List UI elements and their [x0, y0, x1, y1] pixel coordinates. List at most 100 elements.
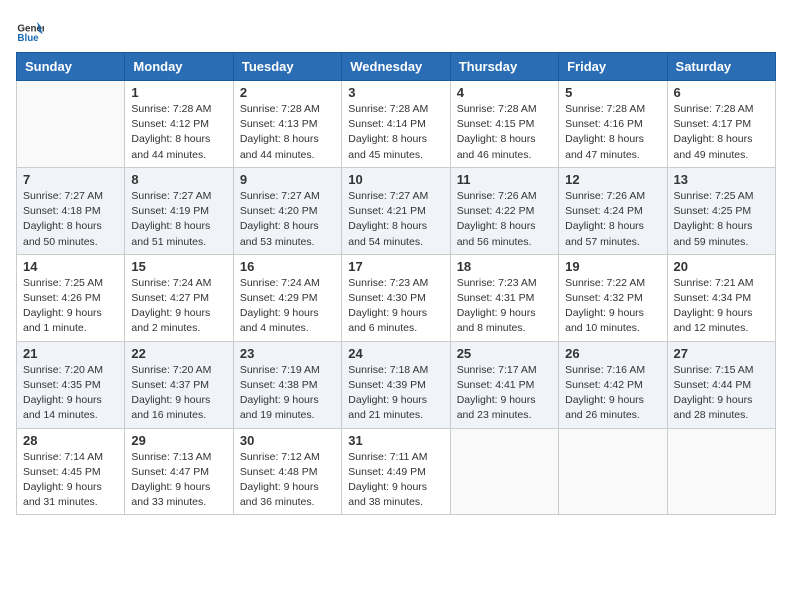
day-info: Sunrise: 7:27 AMSunset: 4:20 PMDaylight:… [240, 189, 335, 250]
day-info: Sunrise: 7:25 AMSunset: 4:25 PMDaylight:… [674, 189, 769, 250]
calendar-cell: 23 Sunrise: 7:19 AMSunset: 4:38 PMDayligh… [233, 341, 341, 428]
day-info: Sunrise: 7:26 AMSunset: 4:24 PMDaylight:… [565, 189, 660, 250]
day-number: 23 [240, 346, 335, 361]
calendar-cell: 19 Sunrise: 7:22 AMSunset: 4:32 PMDayligh… [559, 254, 667, 341]
calendar-cell: 20 Sunrise: 7:21 AMSunset: 4:34 PMDayligh… [667, 254, 775, 341]
calendar-cell [559, 428, 667, 515]
day-number: 10 [348, 172, 443, 187]
svg-text:Blue: Blue [17, 33, 39, 44]
calendar-cell: 4Sunrise: 7:28 AMSunset: 4:15 PMDaylight… [450, 81, 558, 168]
day-info: Sunrise: 7:12 AMSunset: 4:48 PMDaylight:… [240, 450, 335, 511]
calendar-cell: 29 Sunrise: 7:13 AMSunset: 4:47 PMDayligh… [125, 428, 233, 515]
day-info: Sunrise: 7:23 AMSunset: 4:30 PMDaylight:… [348, 276, 443, 337]
day-number: 11 [457, 172, 552, 187]
weekday-header-friday: Friday [559, 53, 667, 81]
day-number: 22 [131, 346, 226, 361]
calendar-cell: 8 Sunrise: 7:27 AMSunset: 4:19 PMDaylight… [125, 167, 233, 254]
day-number: 31 [348, 433, 443, 448]
calendar-cell [667, 428, 775, 515]
day-info: Sunrise: 7:28 AMSunset: 4:17 PMDaylight:… [674, 102, 769, 163]
day-number: 24 [348, 346, 443, 361]
calendar-week-row: 1Sunrise: 7:28 AMSunset: 4:12 PMDaylight… [17, 81, 776, 168]
calendar-cell: 13 Sunrise: 7:25 AMSunset: 4:25 PMDayligh… [667, 167, 775, 254]
page-header: General Blue [16, 16, 776, 44]
calendar-cell [17, 81, 125, 168]
day-number: 14 [23, 259, 118, 274]
day-number: 2 [240, 85, 335, 100]
day-number: 3 [348, 85, 443, 100]
day-info: Sunrise: 7:11 AMSunset: 4:49 PMDaylight:… [348, 450, 443, 511]
weekday-header-tuesday: Tuesday [233, 53, 341, 81]
day-number: 12 [565, 172, 660, 187]
calendar-cell: 7Sunrise: 7:27 AMSunset: 4:18 PMDaylight… [17, 167, 125, 254]
calendar-cell: 15Sunrise: 7:24 AMSunset: 4:27 PMDayligh… [125, 254, 233, 341]
day-number: 16 [240, 259, 335, 274]
calendar-cell: 21 Sunrise: 7:20 AMSunset: 4:35 PMDayligh… [17, 341, 125, 428]
calendar-cell: 12 Sunrise: 7:26 AMSunset: 4:24 PMDayligh… [559, 167, 667, 254]
calendar-cell [450, 428, 558, 515]
day-info: Sunrise: 7:28 AMSunset: 4:15 PMDaylight:… [457, 102, 552, 163]
day-number: 8 [131, 172, 226, 187]
day-number: 30 [240, 433, 335, 448]
calendar-cell: 24 Sunrise: 7:18 AMSunset: 4:39 PMDayligh… [342, 341, 450, 428]
calendar-cell: 2 Sunrise: 7:28 AMSunset: 4:13 PMDaylight… [233, 81, 341, 168]
calendar-cell: 28 Sunrise: 7:14 AMSunset: 4:45 PMDayligh… [17, 428, 125, 515]
calendar-cell: 31 Sunrise: 7:11 AMSunset: 4:49 PMDayligh… [342, 428, 450, 515]
calendar-cell: 3Sunrise: 7:28 AMSunset: 4:14 PMDaylight… [342, 81, 450, 168]
calendar-week-row: 28 Sunrise: 7:14 AMSunset: 4:45 PMDayligh… [17, 428, 776, 515]
day-info: Sunrise: 7:21 AMSunset: 4:34 PMDaylight:… [674, 276, 769, 337]
day-info: Sunrise: 7:23 AMSunset: 4:31 PMDaylight:… [457, 276, 552, 337]
day-info: Sunrise: 7:15 AMSunset: 4:44 PMDaylight:… [674, 363, 769, 424]
day-info: Sunrise: 7:26 AMSunset: 4:22 PMDaylight:… [457, 189, 552, 250]
calendar-cell: 9 Sunrise: 7:27 AMSunset: 4:20 PMDaylight… [233, 167, 341, 254]
day-info: Sunrise: 7:14 AMSunset: 4:45 PMDaylight:… [23, 450, 118, 511]
calendar-cell: 16 Sunrise: 7:24 AMSunset: 4:29 PMDayligh… [233, 254, 341, 341]
calendar-week-row: 21 Sunrise: 7:20 AMSunset: 4:35 PMDayligh… [17, 341, 776, 428]
day-number: 20 [674, 259, 769, 274]
day-info: Sunrise: 7:16 AMSunset: 4:42 PMDaylight:… [565, 363, 660, 424]
calendar-cell: 22 Sunrise: 7:20 AMSunset: 4:37 PMDayligh… [125, 341, 233, 428]
calendar-cell: 1Sunrise: 7:28 AMSunset: 4:12 PMDaylight… [125, 81, 233, 168]
calendar-cell: 30 Sunrise: 7:12 AMSunset: 4:48 PMDayligh… [233, 428, 341, 515]
calendar-cell: 18 Sunrise: 7:23 AMSunset: 4:31 PMDayligh… [450, 254, 558, 341]
calendar-cell: 5Sunrise: 7:28 AMSunset: 4:16 PMDaylight… [559, 81, 667, 168]
day-info: Sunrise: 7:22 AMSunset: 4:32 PMDaylight:… [565, 276, 660, 337]
day-number: 9 [240, 172, 335, 187]
calendar-table: SundayMondayTuesdayWednesdayThursdayFrid… [16, 52, 776, 515]
day-number: 28 [23, 433, 118, 448]
day-number: 19 [565, 259, 660, 274]
day-info: Sunrise: 7:13 AMSunset: 4:47 PMDaylight:… [131, 450, 226, 511]
day-info: Sunrise: 7:27 AMSunset: 4:19 PMDaylight:… [131, 189, 226, 250]
day-info: Sunrise: 7:20 AMSunset: 4:37 PMDaylight:… [131, 363, 226, 424]
day-number: 7 [23, 172, 118, 187]
logo: General Blue [16, 16, 44, 44]
day-number: 17 [348, 259, 443, 274]
day-number: 25 [457, 346, 552, 361]
day-info: Sunrise: 7:27 AMSunset: 4:21 PMDaylight:… [348, 189, 443, 250]
day-number: 15 [131, 259, 226, 274]
calendar-cell: 25 Sunrise: 7:17 AMSunset: 4:41 PMDayligh… [450, 341, 558, 428]
calendar-week-row: 14Sunrise: 7:25 AMSunset: 4:26 PMDayligh… [17, 254, 776, 341]
weekday-header-row: SundayMondayTuesdayWednesdayThursdayFrid… [17, 53, 776, 81]
day-number: 13 [674, 172, 769, 187]
weekday-header-wednesday: Wednesday [342, 53, 450, 81]
logo-icon: General Blue [16, 16, 44, 44]
day-number: 26 [565, 346, 660, 361]
calendar-week-row: 7Sunrise: 7:27 AMSunset: 4:18 PMDaylight… [17, 167, 776, 254]
calendar-cell: 6 Sunrise: 7:28 AMSunset: 4:17 PMDaylight… [667, 81, 775, 168]
weekday-header-monday: Monday [125, 53, 233, 81]
day-info: Sunrise: 7:28 AMSunset: 4:16 PMDaylight:… [565, 102, 660, 163]
weekday-header-sunday: Sunday [17, 53, 125, 81]
day-number: 21 [23, 346, 118, 361]
day-number: 6 [674, 85, 769, 100]
day-info: Sunrise: 7:28 AMSunset: 4:13 PMDaylight:… [240, 102, 335, 163]
day-info: Sunrise: 7:24 AMSunset: 4:29 PMDaylight:… [240, 276, 335, 337]
day-info: Sunrise: 7:19 AMSunset: 4:38 PMDaylight:… [240, 363, 335, 424]
day-number: 29 [131, 433, 226, 448]
day-info: Sunrise: 7:17 AMSunset: 4:41 PMDaylight:… [457, 363, 552, 424]
day-info: Sunrise: 7:20 AMSunset: 4:35 PMDaylight:… [23, 363, 118, 424]
weekday-header-thursday: Thursday [450, 53, 558, 81]
calendar-cell: 10 Sunrise: 7:27 AMSunset: 4:21 PMDayligh… [342, 167, 450, 254]
day-number: 18 [457, 259, 552, 274]
day-info: Sunrise: 7:18 AMSunset: 4:39 PMDaylight:… [348, 363, 443, 424]
